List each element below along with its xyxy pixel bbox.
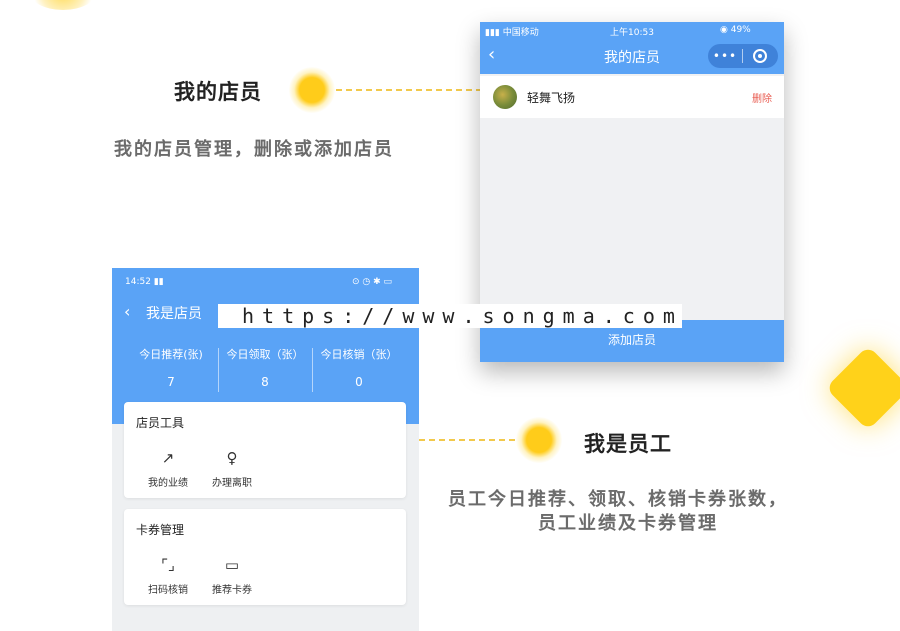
- connector-line: [336, 89, 482, 91]
- status-time: 上午10:53: [610, 28, 654, 38]
- tool-label: 扫码核销: [148, 585, 188, 596]
- battery-status: ◉ 49%: [720, 25, 751, 35]
- decorative-diamond: [825, 345, 900, 431]
- avatar: [493, 85, 517, 109]
- trend-chart-icon: ↗: [161, 449, 175, 467]
- status-time: 14:52 ▮▮: [125, 277, 164, 287]
- bullet-dot-icon: [516, 417, 562, 463]
- carrier-label: 中国移动: [502, 28, 539, 38]
- stat-label: 今日核销（张）: [320, 348, 398, 361]
- card-title: 卡券管理: [136, 523, 185, 537]
- stat-redeem: 今日核销（张） 0: [312, 346, 406, 396]
- stat-value: 8: [261, 375, 269, 389]
- stat-label: 今日推荐(张): [139, 348, 203, 361]
- delete-button[interactable]: 删除: [752, 90, 772, 105]
- recommend-coupon-button[interactable]: ▭ 推荐卡券: [202, 555, 262, 596]
- coupon-card: 卡券管理 ⌜⌟ 扫码核销 ▭ 推荐卡券: [124, 509, 406, 605]
- scan-redeem-button[interactable]: ⌜⌟ 扫码核销: [138, 555, 198, 596]
- staff-name: 轻舞飞扬: [527, 91, 576, 105]
- signal-icon: ▮▮▮: [485, 28, 503, 38]
- my-performance-button[interactable]: ↗ 我的业绩: [138, 448, 198, 489]
- stat-label: 今日领取（张）: [226, 348, 304, 361]
- more-icon[interactable]: •••: [708, 49, 742, 63]
- scan-icon: ⌜⌟: [160, 556, 176, 574]
- battery-icon: ◉: [720, 25, 731, 35]
- signal-icon: ▮▮: [153, 277, 164, 287]
- tool-label: 推荐卡券: [212, 585, 252, 596]
- tool-label: 办理离职: [212, 478, 252, 489]
- feature-title-my-staff: 我的店员: [174, 80, 262, 104]
- list-item: 轻舞飞扬 删除: [480, 76, 784, 118]
- bullet-dot-icon: [289, 67, 335, 113]
- stat-claim: 今日领取（张） 8: [218, 346, 312, 396]
- battery-label: 49%: [730, 25, 751, 35]
- signal-carrier: ▮▮▮ 中国移动: [485, 25, 539, 38]
- nav-bar: ▮▮▮ 中国移动 上午10:53 ◉ 49% ‹ 我的店员 •••: [480, 22, 784, 74]
- feature-desc-my-staff: 我的店员管理，删除或添加店员: [114, 139, 394, 160]
- ticket-icon: ▭: [224, 556, 240, 574]
- watermark-url: https://www.songma.com: [218, 304, 682, 328]
- close-circle-icon[interactable]: [753, 49, 767, 63]
- mini-program-capsule: •••: [708, 44, 778, 68]
- stat-recommend: 今日推荐(张) 7: [124, 346, 218, 396]
- page-title: 我是店员: [146, 306, 202, 322]
- resign-button[interactable]: ♀ 办理离职: [202, 448, 262, 489]
- tool-label: 我的业绩: [148, 478, 188, 489]
- connector-line: [419, 439, 515, 441]
- capsule-divider: [742, 49, 743, 63]
- back-icon[interactable]: ‹: [124, 302, 130, 321]
- stat-value: 0: [355, 375, 363, 389]
- status-icons: ⊙ ◷ ✱ ▭: [352, 277, 393, 287]
- stats-panel: 今日推荐(张) 7 今日领取（张） 8 今日核销（张） 0: [124, 346, 406, 396]
- feature-desc-i-am-staff: 员工今日推荐、领取、核销卡券张数，: [448, 489, 788, 510]
- stat-value: 7: [167, 375, 175, 389]
- feature-desc-i-am-staff-line2: 员工业绩及卡券管理: [538, 513, 718, 534]
- card-title: 店员工具: [136, 416, 185, 430]
- user-icon: ♀: [226, 449, 238, 467]
- feature-title-i-am-staff: 我是员工: [584, 432, 672, 456]
- decorative-glow: [28, 0, 98, 10]
- header-banner: 14:52 ▮▮ ⊙ ◷ ✱ ▭ ‹ 我是店员 今日推荐(张) 7 今日领取（张…: [112, 268, 419, 424]
- tools-card: 店员工具 ↗ 我的业绩 ♀ 办理离职: [124, 402, 406, 498]
